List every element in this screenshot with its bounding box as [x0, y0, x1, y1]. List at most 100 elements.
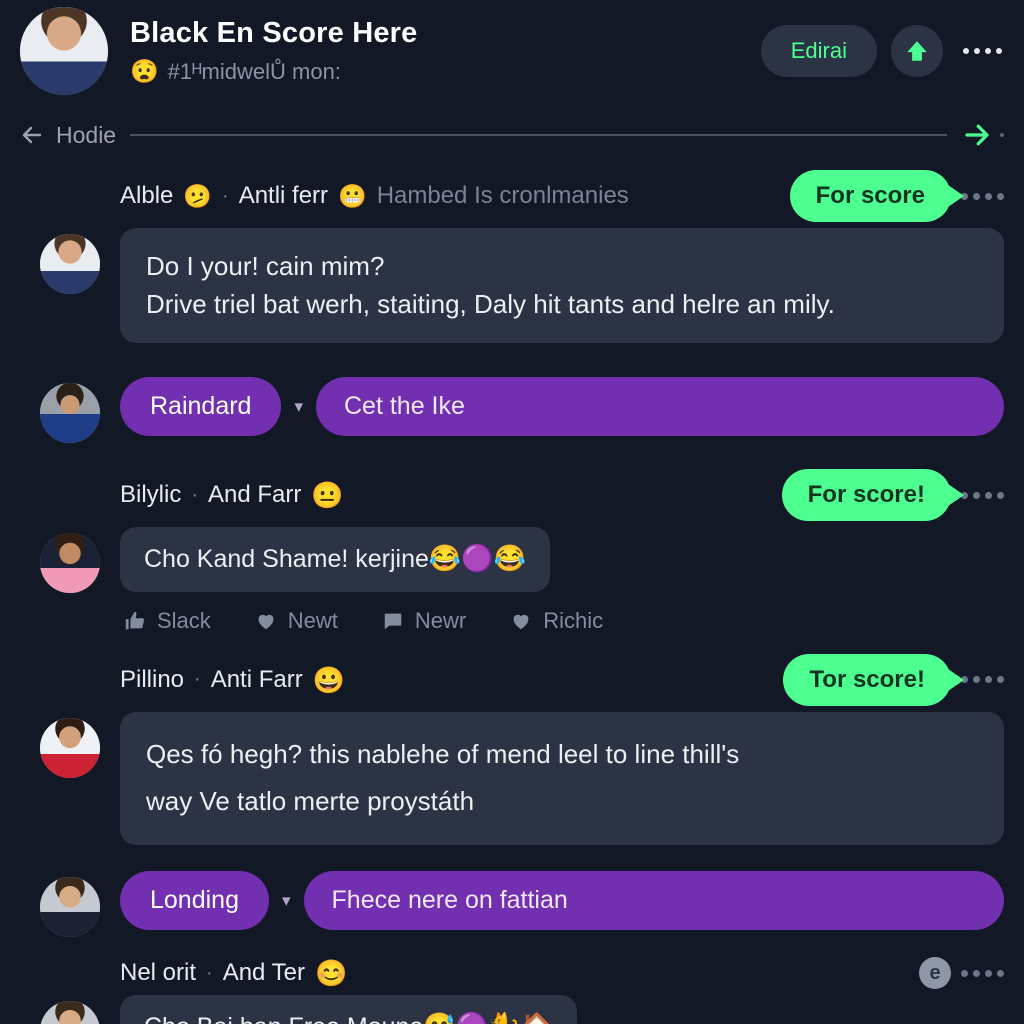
action-row: Londing ▾ Fhece nere on fattian — [20, 871, 1004, 937]
mini-avatar-badge[interactable]: e — [919, 957, 951, 989]
message-meta-row: Nel orit · And Ter 😊 e — [20, 957, 1004, 989]
forward-nav-button[interactable] — [961, 120, 1004, 150]
message-more-button[interactable] — [961, 192, 1004, 200]
dot — [985, 676, 992, 684]
avatar-photo — [40, 1001, 100, 1024]
header-avatar[interactable] — [20, 7, 108, 95]
author-handle: And Farr — [208, 481, 302, 509]
meta-separator: · — [194, 668, 201, 691]
purple-bar[interactable]: Fhece nere on fattian — [303, 871, 1004, 930]
smiley-emoji-icon: 😀 — [312, 664, 346, 695]
worried-face-icon: 😧 — [130, 58, 159, 85]
action-label: Newr — [414, 607, 467, 633]
message-bubble[interactable]: Cho Bai ban Free Moune😅🟣🐈🏠 — [120, 995, 577, 1024]
message-text: Cho Kand Shame! kerjine — [144, 545, 429, 574]
dot — [997, 192, 1004, 200]
author-name: Bilylic — [120, 481, 182, 509]
page-header: Black En Score Here 😧 #1ᴴmidwelŮ mon: Ed… — [0, 0, 1024, 104]
message-body: Cho Kand Shame! kerjine😂🟣😂 Slack Newt Ne… — [120, 527, 1004, 633]
dot — [973, 491, 980, 499]
category-pill[interactable]: Londing — [120, 871, 269, 930]
message-more-button[interactable] — [961, 676, 1004, 684]
thumbs-up-icon — [125, 611, 145, 629]
dot — [973, 192, 980, 200]
badge-group: For score — [789, 170, 1004, 222]
back-nav-button[interactable]: Hodie — [20, 122, 116, 149]
reaction-emojis: 😂🟣😂 — [428, 543, 527, 574]
message-bubble[interactable]: Qes fó hegh? this nablehe of mend leel t… — [120, 711, 1004, 845]
message-more-button[interactable] — [961, 491, 1004, 499]
avatar[interactable] — [40, 877, 100, 937]
avatar[interactable] — [40, 234, 100, 294]
more-options-button[interactable] — [957, 40, 1008, 62]
avatar-gutter — [20, 377, 120, 444]
message-body: Qes fó hegh? this nablehe of mend leel t… — [120, 711, 1004, 845]
chevron-down-icon[interactable]: ▾ — [294, 397, 303, 417]
message-line: Drive triel bat werh, staiting, Daly hit… — [146, 288, 835, 319]
avatar-gutter — [20, 995, 120, 1024]
message-bubble[interactable]: Do I your! cain mim? Drive triel bat wer… — [120, 228, 1004, 344]
dot — [985, 48, 991, 54]
avatar-photo — [40, 383, 100, 444]
badge-group: Tor score! — [783, 653, 1004, 706]
avatar[interactable] — [40, 383, 100, 444]
action-label: Newt — [287, 607, 338, 633]
navigation-strip: Hodie — [0, 104, 1024, 160]
dot — [961, 969, 968, 977]
badge-group: e — [919, 957, 1004, 989]
nav-dot — [1000, 133, 1004, 137]
edit-button[interactable]: Edirai — [760, 25, 877, 77]
message-header: Alble 🫤 · Antli ferr 😬 Hambed Is cronlma… — [120, 170, 1004, 222]
message-actions: Slack Newt Newr Richic — [120, 608, 1004, 634]
author-handle: Anti Farr — [210, 665, 303, 693]
action-label: Slack — [157, 607, 211, 633]
dot — [973, 969, 980, 977]
avatar[interactable] — [40, 717, 100, 778]
neutral-face-emoji-icon: 😐 — [311, 480, 344, 511]
meta-separator: · — [206, 961, 213, 984]
avatar-photo — [40, 877, 100, 937]
action-comment[interactable]: Newr — [382, 608, 466, 634]
avatar-photo — [20, 7, 108, 95]
header-actions: Edirai — [760, 25, 1008, 77]
action-favorite[interactable]: Richic — [510, 608, 603, 634]
author-name: Alble — [120, 182, 174, 209]
dot — [974, 48, 980, 54]
author-name: Nel orit — [120, 959, 197, 986]
heart-icon — [513, 614, 529, 629]
smiling-face-emoji-icon: 😊 — [314, 958, 348, 988]
comment-icon — [384, 613, 402, 629]
avatar[interactable] — [40, 533, 100, 594]
status-badge[interactable]: Tor score! — [783, 653, 951, 706]
purple-bar[interactable]: Cet the Ike — [316, 377, 1004, 437]
face-emoji-icon: 🫤 — [183, 182, 213, 209]
meta-separator: · — [191, 483, 199, 506]
avatar[interactable] — [40, 1001, 100, 1024]
arrow-right-icon — [965, 124, 989, 146]
dot — [973, 676, 980, 684]
upload-button[interactable] — [891, 25, 943, 77]
avatar-photo — [40, 717, 100, 778]
author-handle: And Ter — [222, 959, 305, 986]
avatar-photo — [40, 234, 100, 294]
dot — [997, 969, 1004, 977]
category-pill[interactable]: Raindard — [120, 377, 282, 437]
message-body: Cho Bai ban Free Moune😅🟣🐈🏠 — [120, 995, 1004, 1024]
action-heart[interactable]: Newt — [255, 608, 338, 634]
page-subtitle-text: #1ᴴmidwelŮ mon: — [167, 58, 341, 84]
chevron-down-icon[interactable]: ▾ — [282, 891, 291, 911]
message-bubble[interactable]: Cho Kand Shame! kerjine😂🟣😂 — [120, 527, 551, 592]
action-label: Richic — [543, 607, 604, 633]
status-badge[interactable]: For score — [789, 170, 951, 222]
action-like[interactable]: Slack — [124, 608, 211, 634]
message-feed: Alble 🫤 · Antli ferr 😬 Hambed Is cronlma… — [0, 160, 1024, 1024]
status-badge[interactable]: For score! — [781, 469, 951, 522]
avatar-gutter — [20, 228, 120, 294]
message-more-button[interactable] — [961, 969, 1004, 977]
back-nav-label: Hodie — [56, 121, 117, 148]
message-row: Cho Bai ban Free Moune😅🟣🐈🏠 — [20, 995, 1004, 1024]
